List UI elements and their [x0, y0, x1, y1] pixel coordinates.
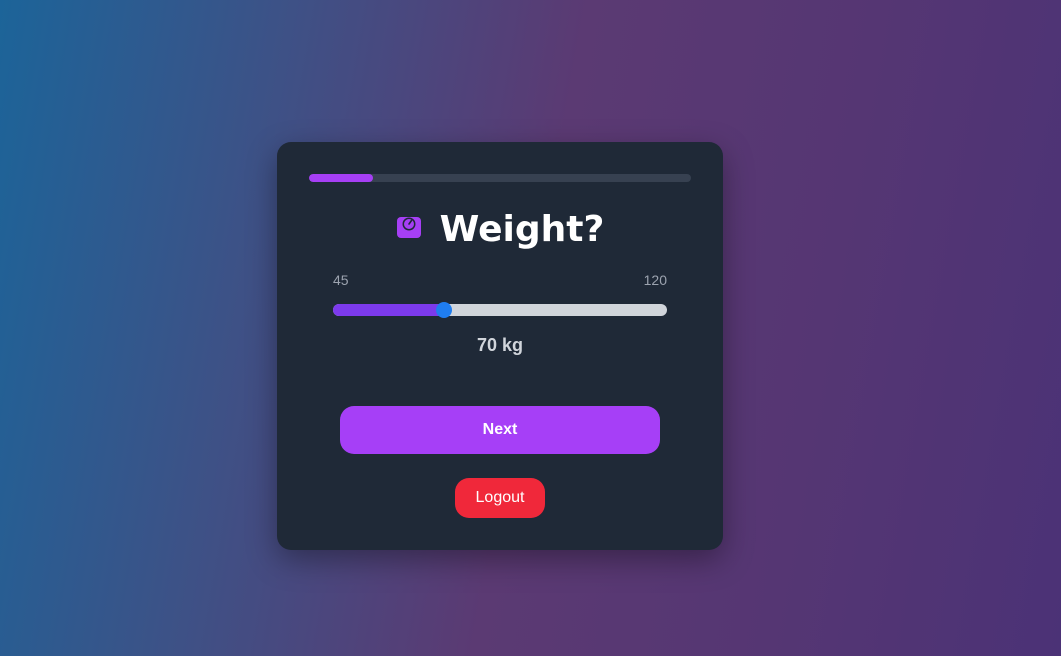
logout-button[interactable]: Logout: [455, 478, 545, 518]
weight-scale-icon: [396, 214, 422, 240]
next-button[interactable]: Next: [340, 406, 660, 454]
range-labels: 45 120: [333, 272, 667, 288]
question-title: Weight?: [439, 208, 605, 250]
weight-value: 70 kg: [476, 335, 524, 355]
slider-fill: [333, 304, 445, 316]
slider-thumb[interactable]: [436, 302, 453, 318]
weight-slider[interactable]: [333, 302, 667, 318]
range-max-label: 120: [643, 272, 667, 288]
onboarding-card: Weight? 45 120 70 kg Next Logout: [277, 142, 723, 550]
question-header: Weight?: [277, 204, 723, 254]
progress-fill: [309, 174, 373, 182]
progress-bar: [309, 174, 691, 182]
range-min-label: 45: [333, 272, 349, 288]
